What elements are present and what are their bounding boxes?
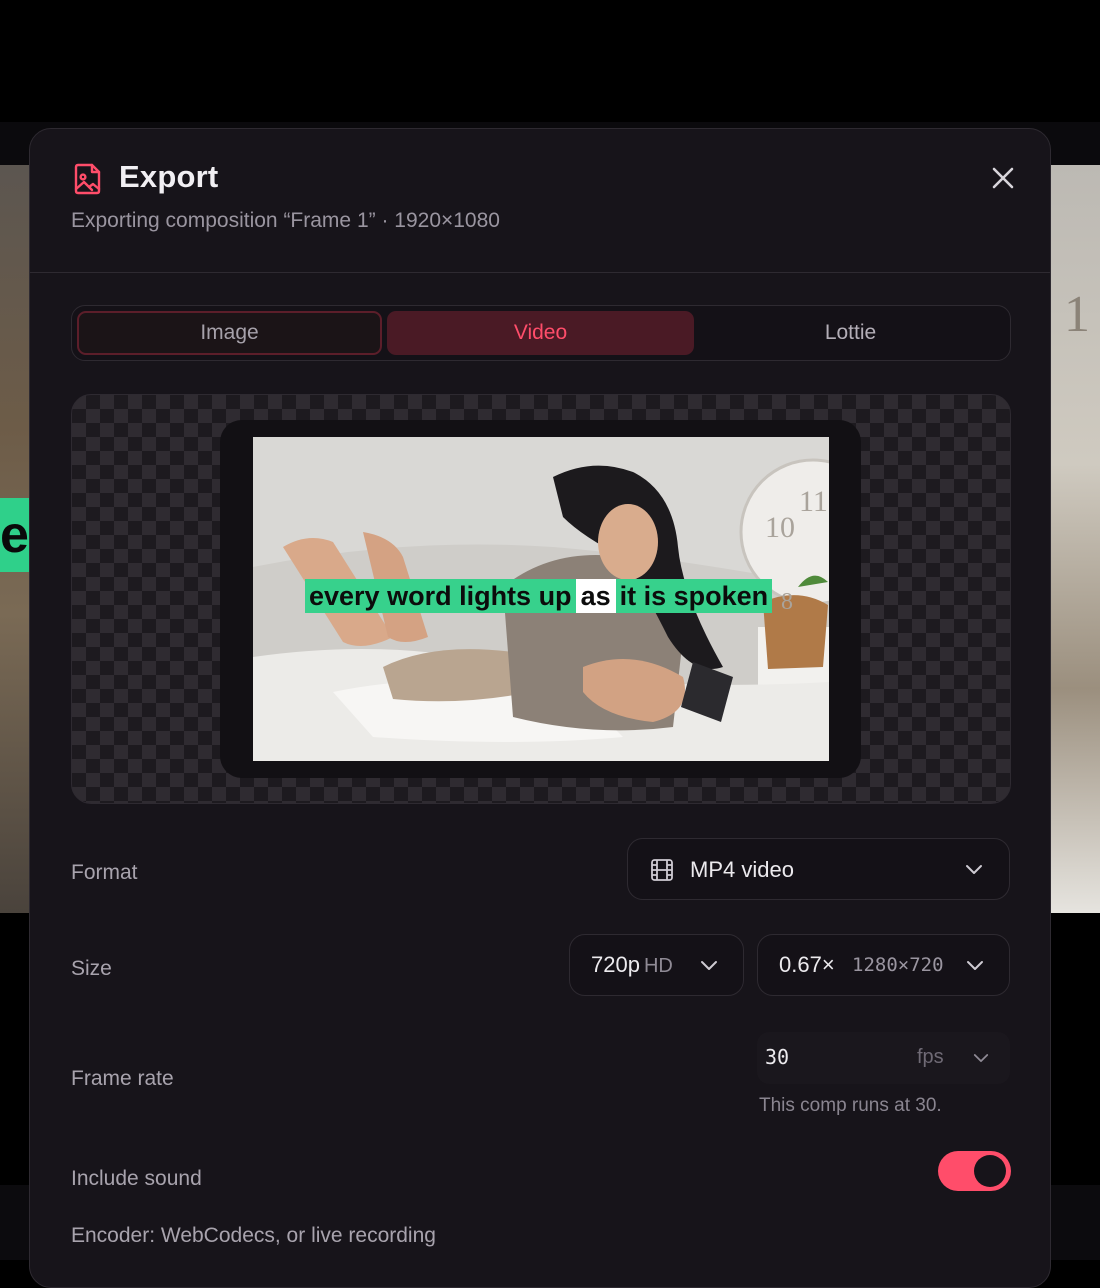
tab-image[interactable]: Image	[77, 311, 382, 355]
film-icon	[651, 859, 673, 881]
include-sound-toggle[interactable]	[938, 1151, 1011, 1191]
caption-active-word: as	[575, 579, 616, 613]
chevron-down-icon	[966, 865, 982, 874]
include-sound-label: Include sound	[71, 1167, 202, 1190]
frame-rate-value: 30	[765, 1045, 790, 1069]
tab-video[interactable]: Video	[387, 311, 694, 355]
scale-value: 0.67×	[779, 952, 835, 977]
size-preset-value: 720p HD	[591, 952, 673, 978]
caption-upcoming-words: it is spoken	[615, 579, 773, 613]
size-preset-suffix: HD	[643, 955, 673, 977]
frame-rate-input[interactable]: 30 fps	[757, 1032, 1010, 1084]
caption-spoken-words: every word lights up	[305, 579, 576, 613]
format-value: MP4 video	[690, 857, 794, 882]
frame-rate-label: Frame rate	[71, 1067, 174, 1090]
canvas-clock-fragment: 1	[1064, 286, 1090, 343]
export-dialog: Export Exporting composition “Frame 1” ·…	[29, 128, 1051, 1288]
chevron-down-icon	[967, 961, 983, 970]
preview-caption: every word lights up as it is spoken	[305, 579, 773, 613]
preview-frame: 11 10 8 every word lights up as it is sp…	[220, 420, 861, 778]
close-icon[interactable]	[988, 163, 1018, 193]
size-preset-select[interactable]: 720p HD	[569, 934, 744, 996]
encoder-info: Encoder: WebCodecs, or live recording	[71, 1224, 436, 1247]
chevron-down-icon	[701, 961, 717, 970]
chevron-down-icon[interactable]	[973, 1053, 989, 1064]
tab-lottie[interactable]: Lottie	[697, 311, 1004, 355]
format-select[interactable]: MP4 video	[627, 838, 1010, 900]
dialog-title: Export	[119, 159, 219, 194]
scale-resolution: 1280×720	[852, 954, 944, 976]
frame-rate-unit: fps	[917, 1046, 944, 1068]
export-type-tabs: Image Video Lottie	[71, 305, 1011, 361]
file-image-icon	[74, 163, 101, 195]
clock-number-8: 8	[781, 589, 793, 615]
export-preview: 11 10 8 every word lights up as it is sp…	[71, 394, 1011, 804]
dialog-header: Export Exporting composition “Frame 1” ·…	[30, 129, 1050, 273]
scale-select[interactable]: 0.67× 1280×720	[757, 934, 1010, 996]
dialog-subtitle: Exporting composition “Frame 1” · 1920×1…	[71, 209, 500, 232]
frame-rate-hint: This comp runs at 30.	[759, 1095, 942, 1116]
clock-number-11: 11	[799, 485, 828, 518]
size-label: Size	[71, 957, 112, 980]
clock-number-10: 10	[765, 511, 795, 544]
video-frame-image: 11 10 8 every word lights up as it is sp…	[253, 437, 829, 761]
size-preset: 720p	[591, 952, 640, 977]
format-label: Format	[71, 861, 138, 884]
toggle-knob	[974, 1155, 1006, 1187]
